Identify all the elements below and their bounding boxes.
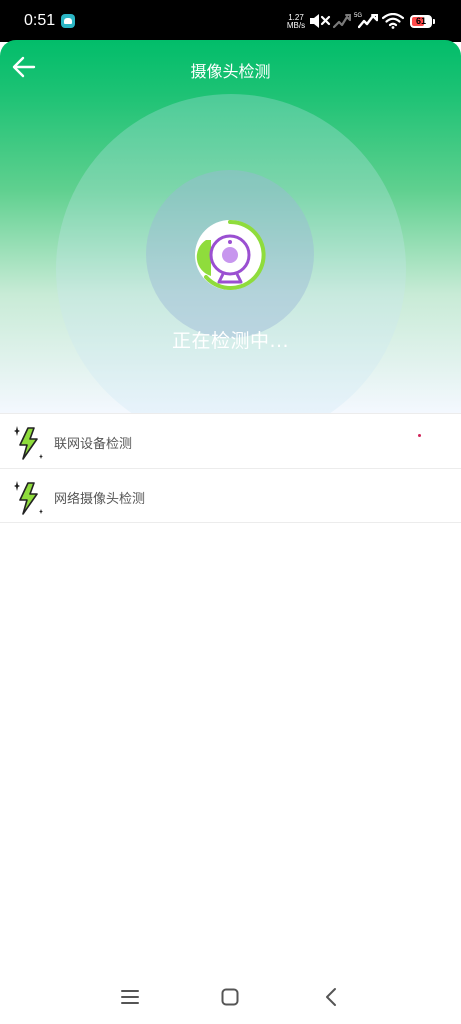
screen: 0:51 1.27 MB/s 5G 61 摄像头检测 正在检测中... 联网设备…	[0, 0, 461, 1024]
menu-icon[interactable]	[117, 984, 143, 1010]
check-item-network-cameras[interactable]: 网络摄像头检测	[0, 468, 461, 523]
scan-area: 摄像头检测 正在检测中...	[0, 40, 461, 414]
back-icon[interactable]	[318, 984, 344, 1010]
check-item-label: 联网设备检测	[54, 437, 133, 452]
wifi-icon	[382, 13, 404, 29]
mute-icon	[310, 14, 331, 28]
lightning-icon	[14, 426, 43, 460]
navigation-bar	[0, 970, 461, 1024]
signal-5g-icon	[358, 14, 378, 29]
status-time: 0:51	[24, 12, 56, 29]
page-title: 摄像头检测	[190, 62, 271, 81]
scan-status-text: 正在检测中...	[171, 330, 290, 352]
battery-tip	[433, 19, 435, 24]
home-icon[interactable]	[217, 984, 243, 1010]
check-item-label: 网络摄像头检测	[54, 492, 146, 507]
check-list: 联网设备检测 网络摄像头检测	[0, 413, 461, 523]
network-speed: 1.27 MB/s	[284, 14, 308, 30]
battery-icon: 61	[410, 15, 432, 28]
lightning-icon	[14, 481, 43, 515]
status-bar: 0:51 1.27 MB/s 5G 61	[0, 0, 461, 42]
signal-icon	[333, 14, 351, 29]
status-dot	[418, 434, 421, 437]
battery-level: 61	[415, 16, 426, 26]
webcam-icon	[195, 219, 266, 290]
network-speed-unit: MB/s	[286, 21, 306, 30]
app-notification-icon	[61, 14, 75, 28]
check-item-network-devices[interactable]: 联网设备检测	[0, 413, 461, 468]
